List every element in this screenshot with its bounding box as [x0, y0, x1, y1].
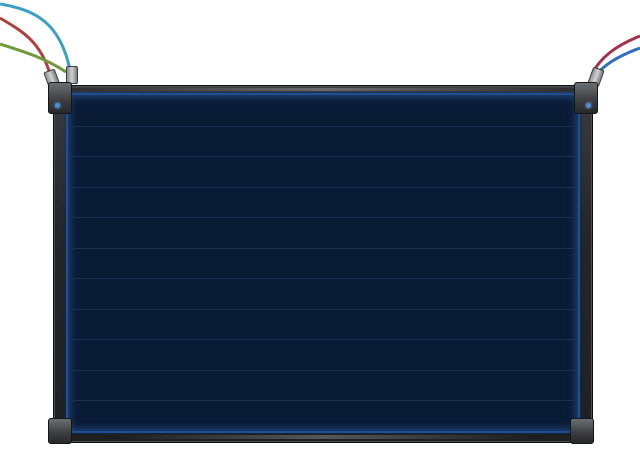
screen-scanline	[68, 370, 578, 371]
left-green-cable-icon	[0, 42, 67, 74]
frame-bottom-edge	[104, 435, 542, 439]
screen-scanline	[68, 278, 578, 279]
screen-scanline	[68, 126, 578, 127]
corner-bracket-icon	[48, 82, 72, 114]
panel-frame	[54, 86, 592, 442]
screen-scanline	[68, 248, 578, 249]
left-blue-cable-icon	[0, 2, 72, 71]
corner-bracket-icon	[574, 82, 598, 114]
display-screen	[66, 93, 580, 433]
screen-scanline	[68, 309, 578, 310]
corner-bracket-icon	[570, 418, 594, 444]
game-panel-scene	[0, 0, 640, 450]
corner-bracket-icon	[48, 418, 72, 444]
screen-scanline	[68, 156, 578, 157]
screen-scanline	[68, 339, 578, 340]
screen-scanline	[68, 217, 578, 218]
frame-top-edge	[60, 88, 586, 91]
screen-scanline	[68, 187, 578, 188]
screen-scanline	[68, 400, 578, 401]
led-icon	[55, 103, 60, 108]
led-icon	[586, 103, 591, 108]
